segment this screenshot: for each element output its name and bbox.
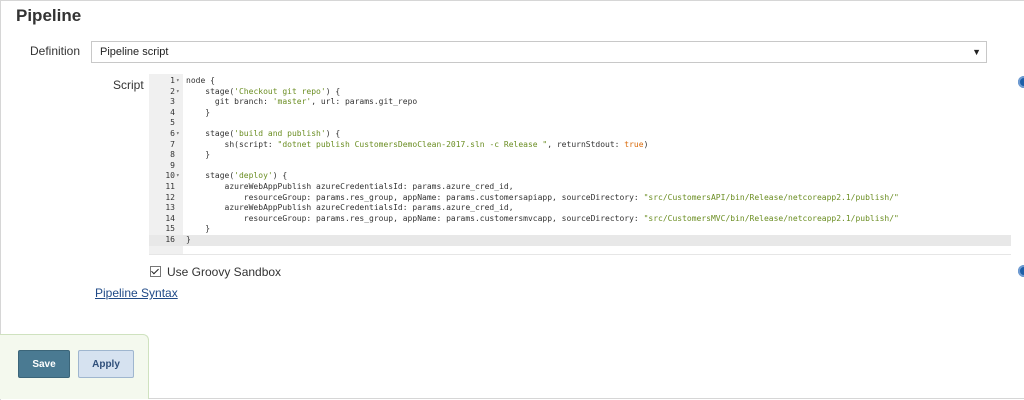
code-line: 4 }: [149, 108, 1011, 119]
code-line: 10 ▾ stage('deploy') {: [149, 171, 1011, 182]
code-token: , url: params.git_repo: [311, 97, 418, 107]
code-text: sh(script: "dotnet publish CustomersDemo…: [186, 139, 649, 151]
code-line: 14 resourceGroup: params.res_group, appN…: [149, 214, 1011, 225]
save-button[interactable]: Save: [18, 350, 70, 378]
code-line: 2 ▾ stage('Checkout git repo') {: [149, 87, 1011, 98]
string-literal: 'master': [272, 97, 312, 107]
definition-select[interactable]: Pipeline script ▼: [91, 41, 987, 63]
code-line: 8 }: [149, 150, 1011, 161]
code-text: node {: [186, 76, 215, 87]
definition-label: Definition: [30, 44, 81, 58]
code-line: 3 git branch: 'master', url: params.git_…: [149, 97, 1011, 108]
code-line: 6 ▾ stage('build and publish') {: [149, 129, 1011, 140]
code-text: }: [186, 235, 191, 246]
code-token: git branch:: [186, 97, 273, 107]
code-token: ) {: [272, 171, 288, 181]
line-number: 1: [170, 76, 175, 85]
code-text: git branch: 'master', url: params.git_re…: [186, 97, 417, 108]
code-token: stage(: [186, 129, 235, 138]
line-number: 14: [165, 213, 175, 223]
line-number: 13: [165, 203, 175, 213]
section-title: Pipeline: [16, 6, 82, 25]
fold-toggle-icon[interactable]: ▾: [176, 171, 180, 182]
boolean-literal: true: [624, 139, 644, 149]
groovy-sandbox-checkbox[interactable]: [150, 266, 161, 277]
fold-toggle-icon[interactable]: ▾: [176, 129, 180, 140]
code-text: azureWebAppPublish azureCredentialsId: p…: [186, 203, 514, 214]
code-line: 7 sh(script: "dotnet publish CustomersDe…: [149, 140, 1011, 151]
code-token: }: [186, 150, 211, 160]
code-text: stage('deploy') {: [186, 171, 287, 182]
frame-bottom-border: [0, 398, 1024, 399]
sandbox-help-icon[interactable]: [1018, 265, 1024, 277]
code-line: 15 }: [149, 224, 1011, 235]
code-token: azureWebAppPublish azureCredentialsId: p…: [186, 182, 514, 191]
code-text: }: [186, 150, 210, 161]
code-token: ): [643, 139, 649, 149]
line-number: 3: [170, 97, 175, 107]
groovy-sandbox-label: Use Groovy Sandbox: [167, 265, 282, 279]
code-token: stage(: [186, 171, 235, 181]
code-line: 13 azureWebAppPublish azureCredentialsId…: [149, 203, 1011, 214]
code-token: ) {: [325, 86, 341, 96]
code-line: 12 resourceGroup: params.res_group, appN…: [149, 193, 1011, 204]
code-text: stage('build and publish') {: [186, 129, 340, 140]
string-literal: "dotnet publish CustomersDemoClean-2017.…: [277, 139, 548, 149]
line-number: 11: [165, 182, 175, 191]
code-token: }: [186, 235, 191, 244]
line-number: 5: [170, 118, 175, 128]
string-literal: 'Checkout git repo': [234, 86, 326, 96]
string-literal: "src/CustomersAPI/bin/Release/netcoreapp…: [643, 192, 899, 202]
line-number: 9: [170, 160, 175, 170]
code-text: }: [186, 224, 210, 235]
script-editor[interactable]: 1 ▾ node {2 ▾ stage('Checkout git repo') {3…: [149, 74, 1011, 255]
code-token: , returnStdout:: [547, 139, 625, 149]
code-text: }: [186, 108, 210, 119]
code-line: 5: [149, 118, 1011, 129]
line-number: 6: [170, 129, 175, 138]
script-help-icon[interactable]: [1018, 76, 1024, 88]
code-line: 11 azureWebAppPublish azureCredentialsId…: [149, 182, 1011, 193]
line-number: 15: [165, 224, 175, 234]
fold-toggle-icon[interactable]: ▾: [176, 87, 180, 98]
string-literal: 'build and publish': [234, 129, 326, 138]
code-token: ) {: [325, 129, 341, 138]
string-literal: 'deploy': [234, 171, 273, 181]
code-token: azureWebAppPublish azureCredentialsId: p…: [186, 203, 514, 213]
line-number: 16: [165, 235, 175, 244]
code-token: }: [186, 107, 211, 117]
code-text: azureWebAppPublish azureCredentialsId: p…: [186, 182, 514, 193]
code-line: 9: [149, 161, 1011, 172]
code-token: sh(script:: [186, 139, 278, 149]
line-number: 7: [170, 139, 175, 149]
string-literal: "src/CustomersMVC/bin/Release/netcoreapp…: [643, 213, 899, 223]
code-token: resourceGroup: params.res_group, appName…: [186, 192, 644, 202]
line-number: 8: [170, 150, 175, 160]
script-label: Script: [113, 78, 144, 92]
apply-button[interactable]: Apply: [78, 350, 134, 378]
line-number: 4: [170, 107, 175, 117]
code-text: resourceGroup: params.res_group, appName…: [186, 214, 899, 225]
code-token: node {: [186, 76, 215, 85]
dropdown-arrow-icon: ▼: [972, 47, 981, 57]
code-token: resourceGroup: params.res_group, appName…: [186, 213, 644, 223]
code-token: stage(: [186, 86, 235, 96]
code-line: 1 ▾ node {: [149, 76, 1011, 87]
groovy-sandbox-row[interactable]: Use Groovy Sandbox: [150, 265, 281, 279]
fold-toggle-icon[interactable]: ▾: [176, 76, 180, 87]
code-text: resourceGroup: params.res_group, appName…: [186, 193, 899, 204]
pipeline-syntax-link[interactable]: Pipeline Syntax: [95, 286, 178, 300]
frame-top-border: [0, 0, 1024, 1]
code-token: }: [186, 224, 211, 234]
line-number: 12: [165, 192, 175, 202]
code-text: stage('Checkout git repo') {: [186, 87, 340, 98]
line-number: 10: [165, 171, 175, 181]
code-line: 16}: [149, 235, 1011, 246]
line-number: 2: [170, 86, 175, 96]
definition-selected-value: Pipeline script: [100, 46, 169, 58]
